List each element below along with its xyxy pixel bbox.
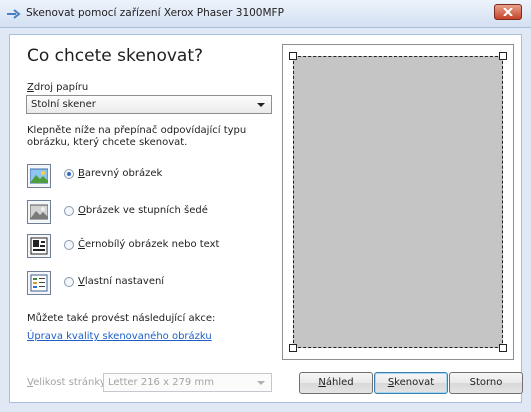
grayscale-picture-icon[interactable] [27, 200, 51, 224]
scanner-arrow-icon [6, 8, 22, 20]
custom-settings-label[interactable]: Vlastní nastavení [78, 276, 164, 287]
paper-source-select[interactable]: Stolní skener [26, 95, 272, 114]
page-size-value: Letter 216 x 279 mm [108, 377, 214, 388]
crop-handle-bottom-left[interactable] [289, 344, 297, 352]
paper-source-label: Zdroj papíru [27, 82, 89, 93]
color-picture-icon[interactable] [27, 164, 51, 188]
black-white-text-label[interactable]: Černobílý obrázek nebo text [78, 239, 219, 250]
cancel-button[interactable]: Storno [449, 372, 523, 394]
page-size-label: Velikost stránky: [27, 377, 109, 388]
color-picture-label[interactable]: Barevný obrázek [78, 168, 162, 179]
scan-area[interactable] [293, 56, 503, 348]
window-title: Skenovat pomocí zařízení Xerox Phaser 31… [26, 7, 284, 19]
chevron-down-icon [257, 103, 265, 107]
crop-handle-top-left[interactable] [289, 52, 297, 60]
crop-handle-bottom-right[interactable] [499, 344, 507, 352]
adjust-quality-link[interactable]: Úprava kvality skenovaného obrázku [27, 331, 212, 342]
crop-handle-top-right[interactable] [499, 52, 507, 60]
custom-settings-radio[interactable] [64, 277, 74, 287]
instructions-text: Klepněte níže na přepínač odpovídající t… [27, 125, 247, 148]
grayscale-picture-radio[interactable] [64, 206, 74, 216]
also-actions-label: Můžete také provést následující akce: [27, 313, 216, 324]
black-white-text-icon[interactable] [27, 234, 51, 258]
preview-button[interactable]: Náhled [299, 372, 373, 394]
title-bar: Skenovat pomocí zařízení Xerox Phaser 31… [0, 0, 531, 28]
close-button[interactable] [494, 4, 522, 20]
black-white-text-radio[interactable] [64, 240, 74, 250]
paper-source-value: Stolní skener [31, 99, 96, 110]
color-picture-radio[interactable] [64, 169, 74, 179]
scan-button[interactable]: Skenovat [374, 372, 448, 394]
grayscale-picture-label[interactable]: Obrázek ve stupních šedé [78, 205, 208, 216]
page-size-select[interactable]: Letter 216 x 279 mm [103, 373, 272, 392]
page-title: Co chcete skenovat? [27, 46, 204, 66]
chevron-down-icon [257, 381, 265, 385]
custom-settings-icon[interactable] [27, 271, 51, 295]
close-icon [503, 8, 513, 16]
